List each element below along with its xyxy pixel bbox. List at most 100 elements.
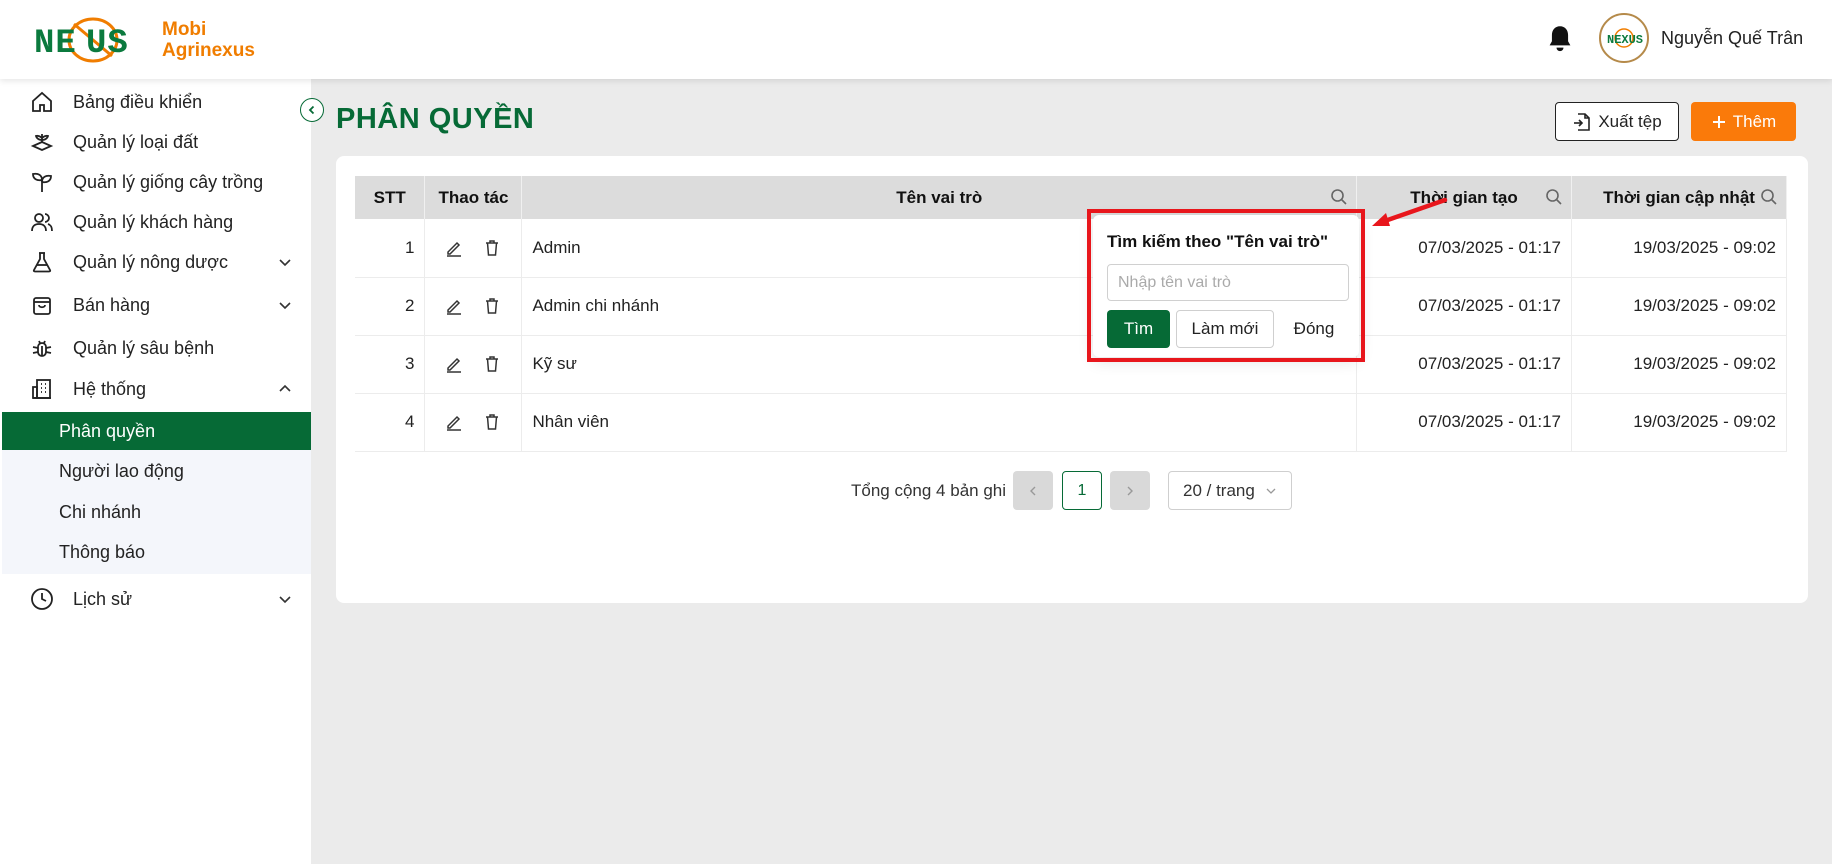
soil-icon [29,129,55,155]
sidebar-subitem-label: Người lao động [59,460,184,481]
shopping-bag-icon [29,292,55,318]
export-button-label: Xuất tệp [1598,111,1662,131]
sidebar-item-history[interactable]: Lịch sử [0,579,311,619]
cell-created: 07/03/2025 - 01:17 [1356,277,1573,336]
cell-stt: 1 [355,219,426,278]
sidebar-subitem-label: Phân quyền [59,420,156,441]
brand-line-1: Mobi [162,19,207,40]
brand-line-2: Agrinexus [162,40,255,61]
flask-icon [29,249,55,275]
building-icon [29,376,55,402]
sidebar-item-pests[interactable]: Quản lý sâu bệnh [0,328,311,368]
page-size-value: 20 / trang [1183,480,1255,500]
top-header: NE US Mobi Agrinexus NEXUS Nguyễn Quế Tr… [0,0,1832,79]
sidebar-subitem-label: Thông báo [59,541,146,562]
reset-button[interactable]: Làm mới [1176,310,1274,348]
search-popover: Tìm kiếm theo "Tên vai trò" Tìm Làm mới … [1093,215,1359,357]
cell-stt: 3 [355,335,426,394]
cell-actions [424,277,523,336]
sidebar-subitem-label: Chi nhánh [59,501,142,522]
header-actions: Thao tác [424,176,523,219]
sidebar-subitem-notifications[interactable]: Thông báo [2,533,311,571]
clock-icon [29,586,55,612]
roles-table: STT Thao tác Tên vai trò Thời gian tạo T… [355,176,1787,452]
users-icon [29,209,55,235]
home-icon [29,89,55,115]
chevron-down-icon [279,302,291,310]
bug-icon [29,335,55,361]
table-header-row: STT Thao tác Tên vai trò Thời gian tạo T… [355,176,1787,219]
sidebar-collapse-button[interactable] [300,98,324,122]
sidebar-item-label: Quản lý giống cây trồng [73,171,264,192]
page-size-select[interactable]: 20 / trang [1168,471,1292,510]
edit-icon[interactable] [445,297,463,315]
trash-icon[interactable] [483,413,501,431]
sidebar-item-label: Bán hàng [73,294,151,315]
sidebar-item-soil-types[interactable]: Quản lý loại đất [0,122,311,162]
chevron-up-icon [279,384,291,392]
header-updated: Thời gian cập nhật [1571,176,1787,219]
cell-updated: 19/03/2025 - 09:02 [1571,219,1787,278]
brand-name: Mobi Agrinexus [162,19,255,61]
cell-created: 07/03/2025 - 01:17 [1356,393,1573,452]
sidebar-item-system[interactable]: Hệ thống [0,369,311,409]
cell-created: 07/03/2025 - 01:17 [1356,335,1573,394]
sidebar-item-crop-varieties[interactable]: Quản lý giống cây trồng [0,162,311,202]
plus-icon [1712,115,1725,128]
svg-text:NE: NE [34,25,77,63]
search-icon[interactable] [1760,188,1778,206]
annotation-arrow-icon [1372,197,1448,226]
edit-icon[interactable] [445,355,463,373]
pagination-next-button[interactable] [1110,471,1150,510]
sidebar-item-pesticides[interactable]: Quản lý nông dược [0,242,311,282]
sidebar-item-label: Bảng điều khiển [73,91,203,112]
search-icon[interactable] [1330,188,1348,206]
user-name[interactable]: Nguyễn Quế Trân [1661,28,1803,49]
popover-title: Tìm kiếm theo "Tên vai trò" [1107,232,1329,251]
search-icon[interactable] [1545,188,1563,206]
trash-icon[interactable] [483,239,501,257]
chevron-down-icon [1266,488,1276,494]
cell-actions [424,335,523,394]
file-export-icon [1574,112,1591,131]
sidebar-subitem-workers[interactable]: Người lao động [2,452,311,490]
header-updated-label: Thời gian cập nhật [1603,187,1755,207]
table-row: 1 Admin 07/03/2025 - 01:17 19/03/2025 - … [355,219,1787,278]
sidebar-subitem-permissions[interactable]: Phân quyền [2,412,311,450]
sidebar-item-dashboard[interactable]: Bảng điều khiển [0,82,311,122]
edit-icon[interactable] [445,413,463,431]
avatar-logo-icon: NEXUS [1607,28,1643,48]
search-button[interactable]: Tìm [1107,310,1170,348]
cell-updated: 19/03/2025 - 09:02 [1571,335,1787,394]
cell-stt: 2 [355,277,426,336]
close-button[interactable]: Đóng [1281,310,1347,348]
pagination-total: Tổng cộng 4 bản ghi [851,481,1007,500]
role-name-search-input[interactable] [1107,264,1349,301]
avatar[interactable]: NEXUS [1599,13,1649,63]
pagination-prev-button[interactable] [1013,471,1053,510]
export-button[interactable]: Xuất tệp [1555,102,1679,141]
sidebar-item-sales[interactable]: Bán hàng [0,285,311,325]
add-button[interactable]: Thêm [1691,102,1796,141]
table-row: 4 Nhân viên 07/03/2025 - 01:17 19/03/202… [355,393,1787,452]
header-role-name: Tên vai trò [521,176,1358,219]
sidebar-item-label: Quản lý nông dược [73,251,228,272]
app-logo[interactable]: NE US Mobi Agrinexus [34,12,255,68]
cell-stt: 4 [355,393,426,452]
chevron-left-icon [1030,486,1036,495]
sidebar-item-label: Hệ thống [73,378,147,399]
sidebar-subitem-branches[interactable]: Chi nhánh [2,493,311,531]
cell-updated: 19/03/2025 - 09:02 [1571,393,1787,452]
sidebar-item-label: Quản lý khách hàng [73,211,234,232]
trash-icon[interactable] [483,297,501,315]
sidebar-item-customers[interactable]: Quản lý khách hàng [0,202,311,242]
chevron-right-icon [1127,486,1133,495]
edit-icon[interactable] [445,239,463,257]
table-row: 2 Admin chi nhánh 07/03/2025 - 01:17 19/… [355,277,1787,336]
chevron-down-icon [279,596,291,604]
cell-role-name: Nhân viên [521,393,1358,452]
cell-actions [424,219,523,278]
pagination-page-current[interactable]: 1 [1062,471,1102,510]
bell-icon[interactable] [1546,24,1574,54]
trash-icon[interactable] [483,355,501,373]
